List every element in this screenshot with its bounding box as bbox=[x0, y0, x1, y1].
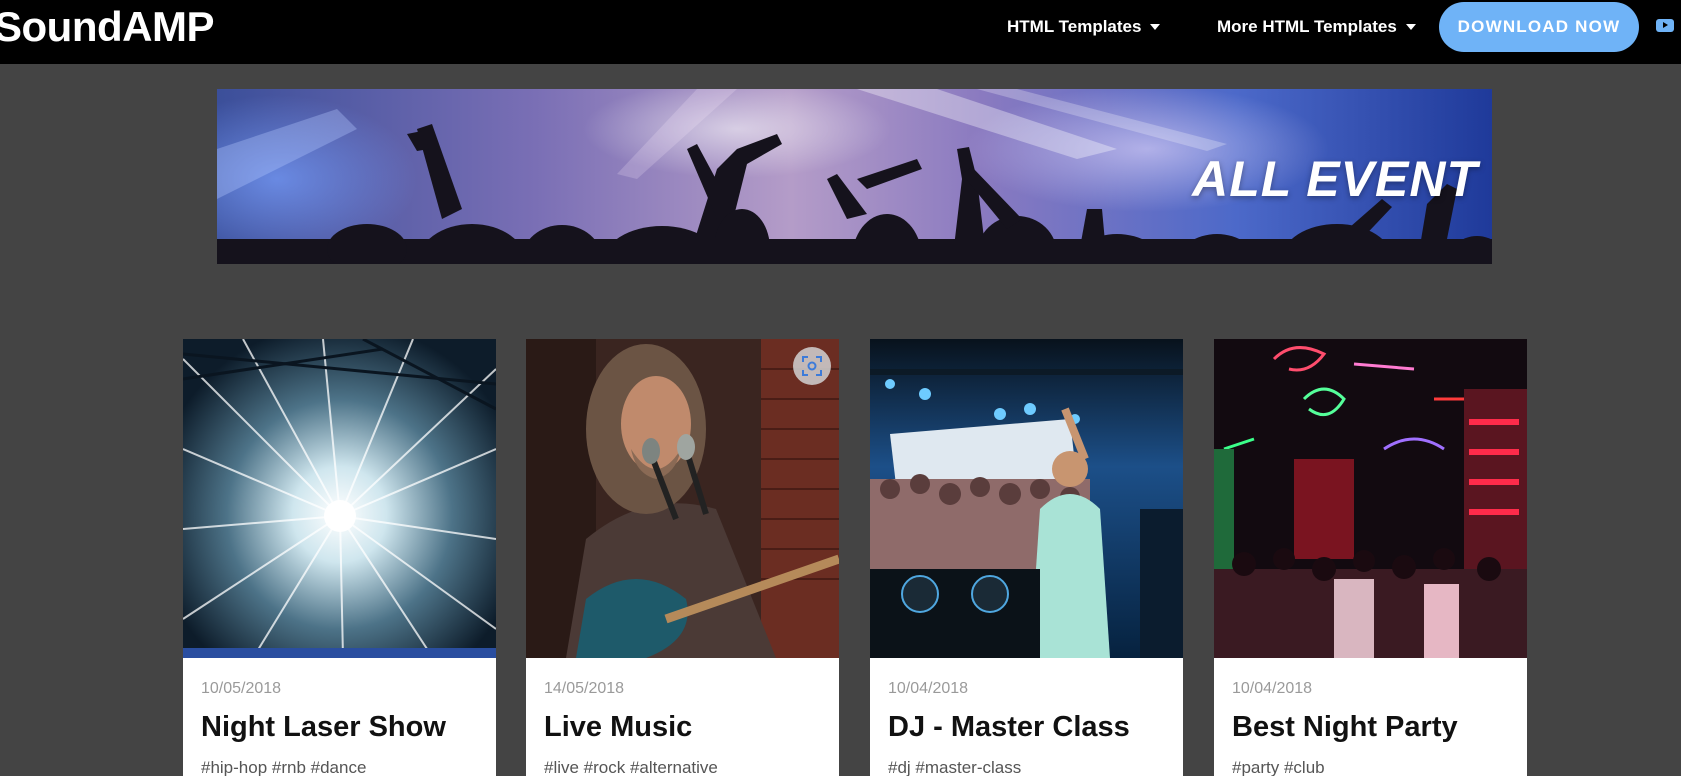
event-title[interactable]: Night Laser Show bbox=[201, 710, 446, 744]
event-title[interactable]: Best Night Party bbox=[1232, 710, 1458, 744]
event-tags: #live #rock #alternative bbox=[544, 758, 718, 776]
event-image-night-party[interactable] bbox=[1214, 339, 1527, 658]
event-image-live-music[interactable] bbox=[526, 339, 839, 658]
event-card[interactable]: 14/05/2018 Live Music #live #rock #alter… bbox=[526, 339, 839, 776]
youtube-icon[interactable] bbox=[1656, 19, 1674, 32]
all-event-banner: ALL EVENT bbox=[217, 89, 1492, 264]
event-date: 14/05/2018 bbox=[544, 680, 625, 697]
event-image-laser[interactable] bbox=[183, 339, 496, 658]
event-date: 10/05/2018 bbox=[201, 680, 282, 697]
caret-down-icon bbox=[1150, 24, 1161, 30]
event-tags: #party #club bbox=[1232, 758, 1325, 776]
banner-title: ALL EVENT bbox=[1192, 151, 1478, 207]
event-image-dj[interactable] bbox=[870, 339, 1183, 658]
nav-more-html-templates[interactable]: More HTML Templates bbox=[1217, 17, 1416, 37]
event-card[interactable]: 10/04/2018 DJ - Master Class #dj #master… bbox=[870, 339, 1183, 776]
event-title[interactable]: DJ - Master Class bbox=[888, 710, 1130, 744]
nav-html-templates[interactable]: HTML Templates bbox=[1007, 17, 1161, 37]
event-card[interactable]: 10/04/2018 Best Night Party #party #club bbox=[1214, 339, 1527, 776]
download-now-button[interactable]: DOWNLOAD NOW bbox=[1439, 2, 1639, 52]
event-tags: #hip-hop #rnb #dance bbox=[201, 758, 367, 776]
visual-search-icon[interactable] bbox=[793, 347, 831, 385]
top-navbar: SoundAMP HTML Templates More HTML Templa… bbox=[0, 0, 1681, 64]
site-logo[interactable]: SoundAMP bbox=[0, 2, 214, 52]
event-tags: #dj #master-class bbox=[888, 758, 1022, 776]
nav-more-html-templates-label: More HTML Templates bbox=[1217, 17, 1397, 36]
caret-down-icon bbox=[1405, 24, 1416, 30]
event-card[interactable]: 10/05/2018 Night Laser Show #hip-hop #rn… bbox=[183, 339, 496, 776]
event-title[interactable]: Live Music bbox=[544, 710, 692, 744]
nav-html-templates-label: HTML Templates bbox=[1007, 17, 1142, 36]
event-date: 10/04/2018 bbox=[1232, 680, 1313, 697]
event-date: 10/04/2018 bbox=[888, 680, 969, 697]
